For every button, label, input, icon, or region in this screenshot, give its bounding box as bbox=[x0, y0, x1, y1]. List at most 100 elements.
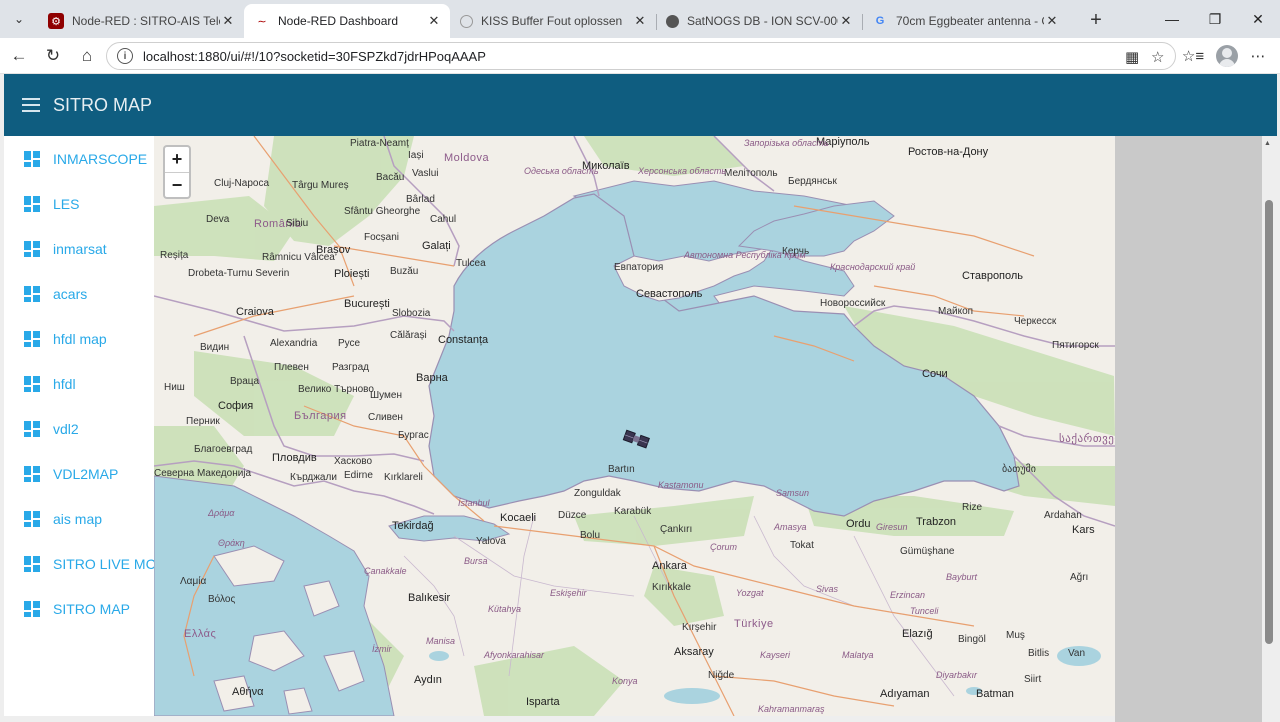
map-label-focsani: Focșani bbox=[364, 232, 400, 243]
browser-tab-4[interactable]: G 70cm Eggbeater antenna - Go ✕ bbox=[862, 6, 1068, 36]
map-label-turkiye: Türkiye bbox=[734, 618, 774, 630]
tab-title: SatNOGS DB - ION SCV-006 bbox=[687, 14, 838, 28]
close-tab-icon[interactable]: ✕ bbox=[838, 13, 854, 29]
map-label-sfantu: Sfântu Gheorghe bbox=[344, 206, 421, 217]
map-label-constanta: Constanța bbox=[438, 334, 489, 346]
back-button[interactable]: ← bbox=[6, 43, 32, 69]
sidebar-item-acars[interactable]: acars bbox=[4, 271, 154, 316]
sidebar-item-inmarsat[interactable]: inmarsat bbox=[4, 226, 154, 271]
sidebar-item-hfdl-map[interactable]: hfdl map bbox=[4, 316, 154, 361]
tab-title: 70cm Eggbeater antenna - Go bbox=[896, 14, 1044, 28]
sidebar-item-inmarscope[interactable]: INMARSCOPE bbox=[4, 136, 154, 181]
zoom-out-button[interactable]: − bbox=[165, 172, 189, 197]
google-icon: G bbox=[875, 15, 885, 27]
map-label-volos: Βόλος bbox=[208, 594, 236, 605]
scrollbar-thumb[interactable] bbox=[1265, 200, 1273, 644]
dashboard-page: SITRO MAP INMARSCOPE LES inmarsat acars … bbox=[0, 74, 1280, 722]
close-icon: ✕ bbox=[1252, 10, 1264, 27]
dashboard-icon bbox=[24, 555, 40, 572]
minimize-button[interactable]: — bbox=[1160, 8, 1184, 30]
sidebar-item-label: VDL2MAP bbox=[53, 465, 119, 482]
close-tab-icon[interactable]: ✕ bbox=[426, 13, 442, 29]
map-label-nis: Ниш bbox=[164, 382, 185, 393]
zoom-in-button[interactable]: + bbox=[165, 147, 189, 172]
reload-button[interactable]: ↻ bbox=[40, 43, 66, 69]
map-label-kastamonu: Kastamonu bbox=[658, 480, 704, 490]
map-view[interactable]: + − Moldova România България Türkiye Ελλ… bbox=[154, 136, 1115, 716]
browser-tab-3[interactable]: SatNOGS DB - ION SCV-006 ✕ bbox=[656, 6, 862, 36]
map-label-bartin: Bartın bbox=[608, 464, 635, 475]
map-label-georgia: საქართველო bbox=[1059, 433, 1115, 445]
map-label-tokat: Tokat bbox=[790, 540, 814, 551]
dashboard-icon bbox=[24, 510, 40, 527]
map-label-aydin: Aydın bbox=[414, 674, 442, 686]
map-label-drobeta: Drobeta-Turnu Severin bbox=[188, 268, 290, 279]
node-red-favicon-icon: ⚙ bbox=[48, 13, 64, 29]
settings-menu-button[interactable]: ⋯ bbox=[1245, 43, 1271, 69]
sidebar-item-hfdl[interactable]: hfdl bbox=[4, 361, 154, 406]
map-label-craiova: Craiova bbox=[236, 306, 274, 318]
app-available-icon[interactable]: ▦ bbox=[1125, 48, 1139, 66]
sidebar-item-ais-map[interactable]: ais map bbox=[4, 496, 154, 541]
scroll-up-icon[interactable]: ▲ bbox=[1264, 140, 1271, 147]
close-tab-icon[interactable]: ✕ bbox=[632, 13, 648, 29]
favorites-button[interactable]: ☆≡ bbox=[1180, 43, 1206, 69]
browser-tab-2[interactable]: KISS Buffer Fout oplossen ✕ bbox=[450, 6, 656, 36]
satellite-icon[interactable] bbox=[622, 428, 650, 452]
profile-avatar[interactable] bbox=[1216, 45, 1238, 67]
sidebar-item-vdl2map[interactable]: VDL2MAP bbox=[4, 451, 154, 496]
new-tab-button[interactable]: + bbox=[1084, 8, 1108, 32]
home-button[interactable]: ⌂ bbox=[74, 43, 100, 69]
dashboard-icon bbox=[24, 240, 40, 257]
map-label-cluj: Cluj-Napoca bbox=[214, 178, 270, 189]
sidebar-item-label: SITRO LIVE MC bbox=[53, 555, 154, 572]
close-tab-icon[interactable]: ✕ bbox=[1044, 13, 1060, 29]
sidebar-item-sitro-map[interactable]: SITRO MAP bbox=[4, 586, 154, 631]
map-label-ploiesti: Ploiești bbox=[334, 268, 370, 280]
dashboard-icon bbox=[24, 420, 40, 437]
sidebar-item-label: SITRO MAP bbox=[53, 600, 131, 617]
tab-list: ⚙ Node-RED : SITRO-AIS Telemet ✕ ∼ Node-… bbox=[38, 4, 1068, 38]
map-label-izmir: İzmir bbox=[372, 644, 392, 654]
browser-tab-0[interactable]: ⚙ Node-RED : SITRO-AIS Telemet ✕ bbox=[38, 6, 244, 36]
map-label-piatra: Piatra-Neamț bbox=[350, 138, 409, 149]
map-label-plovdiv: Пловдив bbox=[272, 452, 317, 464]
tab-search-button[interactable]: ⌄ bbox=[6, 6, 32, 32]
map-label-sevastopol: Севастополь bbox=[636, 288, 703, 300]
browser-tab-1[interactable]: ∼ Node-RED Dashboard ✕ bbox=[244, 4, 450, 38]
map-label-varna: Варна bbox=[416, 372, 448, 384]
map-label-canakkale: Çanakkale bbox=[364, 566, 407, 576]
map-label-deva: Deva bbox=[206, 214, 230, 225]
tab-title: Node-RED Dashboard bbox=[278, 14, 399, 28]
map-label-cankiri: Çankırı bbox=[660, 524, 693, 535]
map-label-bulgaria: България bbox=[294, 410, 347, 422]
map-label-mus: Muş bbox=[1006, 630, 1025, 641]
sidebar-item-vdl2[interactable]: vdl2 bbox=[4, 406, 154, 451]
app-header: SITRO MAP bbox=[4, 74, 1277, 136]
sidebar-item-sitro-live[interactable]: SITRO LIVE MC bbox=[4, 541, 154, 586]
map-label-vidin: Видин bbox=[200, 342, 230, 353]
close-tab-icon[interactable]: ✕ bbox=[220, 13, 236, 29]
close-window-button[interactable]: ✕ bbox=[1246, 8, 1270, 30]
map-label-corum: Çorum bbox=[710, 542, 738, 552]
map-label-moldova: Moldova bbox=[444, 152, 490, 164]
arrow-left-icon: ← bbox=[10, 46, 28, 65]
sidebar-item-label: hfdl map bbox=[53, 330, 107, 347]
menu-icon[interactable] bbox=[22, 98, 40, 112]
map-label-sofia: София bbox=[218, 400, 254, 412]
address-bar[interactable]: i localhost:1880/ui/#!/10?socketid=30FSP… bbox=[106, 42, 1176, 70]
map-label-barlad: Bârlad bbox=[406, 194, 435, 205]
map-label-veliko: Велико Търново bbox=[298, 384, 374, 395]
sidebar-item-les[interactable]: LES bbox=[4, 181, 154, 226]
map-label-karabuk: Karabük bbox=[614, 506, 652, 517]
map-label-balikesir: Balıkesir bbox=[408, 592, 451, 604]
star-icon[interactable]: ☆ bbox=[1151, 48, 1164, 66]
map-label-yalova: Yalova bbox=[476, 536, 506, 547]
map-label-cahul: Cahul bbox=[430, 214, 457, 225]
map-label-haskovo: Хасково bbox=[334, 456, 373, 467]
map-label-targu: Târgu Mureș bbox=[292, 180, 349, 191]
restore-button[interactable]: ❐ bbox=[1203, 8, 1227, 30]
map-label-maikop: Майкоп bbox=[938, 306, 974, 317]
map-label-calarasi: Călărași bbox=[390, 330, 427, 341]
site-info-icon[interactable]: i bbox=[117, 48, 133, 64]
